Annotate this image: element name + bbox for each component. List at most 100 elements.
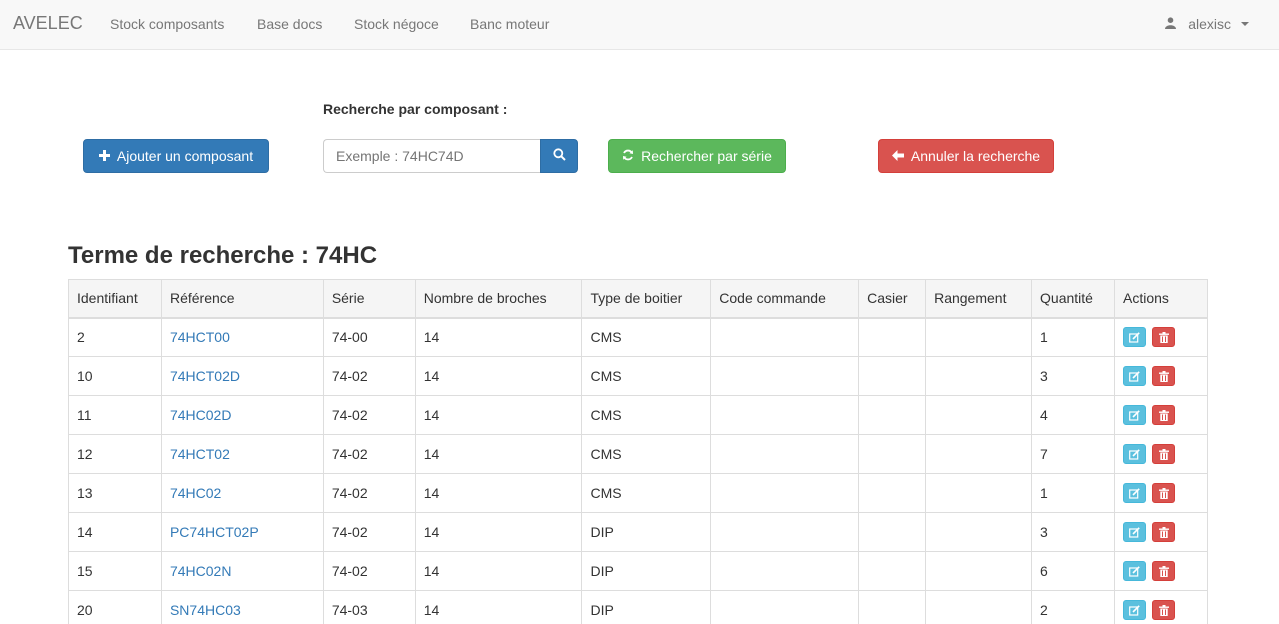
reference-link[interactable]: 74HCT02 — [170, 446, 230, 462]
search-by-series-button[interactable]: Rechercher par série — [608, 139, 786, 173]
cell-serie: 74-00 — [322, 317, 416, 357]
edit-button[interactable] — [1123, 483, 1146, 503]
delete-button[interactable] — [1152, 444, 1175, 464]
col-header-nombre-broches[interactable]: Nombre de broches — [414, 279, 583, 319]
search-submit-button[interactable] — [540, 139, 578, 173]
delete-button[interactable] — [1152, 405, 1175, 425]
reference-link[interactable]: SN74HC03 — [170, 602, 241, 618]
reference-link[interactable]: 74HC02D — [170, 407, 231, 423]
cell-identifiant: 13 — [68, 473, 162, 513]
cell-broches: 14 — [414, 356, 583, 396]
cell-quantite: 3 — [1031, 356, 1115, 396]
cell-actions — [1114, 590, 1208, 624]
refresh-icon — [622, 148, 634, 164]
cell-broches: 14 — [414, 590, 583, 624]
col-header-type-boitier[interactable]: Type de boitier — [581, 279, 712, 319]
delete-button[interactable] — [1152, 522, 1175, 542]
cell-quantite: 2 — [1031, 590, 1115, 624]
cell-reference: 74HCT00 — [160, 317, 324, 357]
cell-casier — [858, 434, 927, 474]
cancel-search-button[interactable]: Annuler la recherche — [878, 139, 1054, 173]
cancel-search-label: Annuler la recherche — [910, 148, 1041, 164]
edit-button[interactable] — [1123, 522, 1146, 542]
trash-icon — [1158, 526, 1169, 538]
reference-link[interactable]: 74HCT00 — [170, 329, 230, 345]
nav-link-stock-negoce[interactable]: Stock négoce — [354, 16, 439, 32]
cell-rangement — [925, 473, 1033, 513]
cell-serie: 74-03 — [322, 590, 416, 624]
cell-quantite: 6 — [1031, 551, 1115, 591]
cell-serie: 74-02 — [322, 551, 416, 591]
cell-boitier: CMS — [581, 317, 712, 357]
edit-icon — [1129, 604, 1140, 616]
cell-rangement — [925, 434, 1033, 474]
cell-identifiant: 11 — [68, 395, 162, 435]
edit-button[interactable] — [1123, 405, 1146, 425]
delete-button[interactable] — [1152, 327, 1175, 348]
cell-casier — [858, 473, 927, 513]
col-header-casier[interactable]: Casier — [858, 279, 927, 319]
delete-button[interactable] — [1152, 600, 1175, 620]
cell-actions — [1114, 395, 1208, 435]
delete-button[interactable] — [1152, 561, 1175, 581]
trash-icon — [1158, 331, 1169, 343]
cell-code-commande — [710, 473, 860, 513]
table-row: 10 74HCT02D 74-02 14 CMS 3 — [68, 356, 1208, 396]
component-search-input[interactable] — [323, 139, 541, 173]
cell-boitier: DIP — [581, 551, 712, 591]
col-header-code-commande[interactable]: Code commande — [710, 279, 860, 319]
trash-icon — [1158, 409, 1169, 421]
edit-button[interactable] — [1123, 600, 1146, 620]
reference-link[interactable]: PC74HCT02P — [170, 524, 259, 540]
delete-button[interactable] — [1152, 366, 1175, 386]
reference-link[interactable]: 74HCT02D — [170, 368, 240, 384]
brand-link[interactable]: AVELEC — [13, 13, 83, 34]
nav-link-base-docs[interactable]: Base docs — [257, 16, 322, 32]
edit-button[interactable] — [1123, 327, 1146, 348]
cell-reference: SN74HC03 — [160, 590, 324, 624]
nav-link-banc-moteur[interactable]: Banc moteur — [470, 16, 549, 32]
col-header-serie[interactable]: Série — [322, 279, 416, 319]
delete-button[interactable] — [1152, 483, 1175, 503]
col-header-quantite[interactable]: Quantité — [1031, 279, 1115, 319]
col-header-rangement[interactable]: Rangement — [925, 279, 1033, 319]
cell-actions — [1114, 317, 1208, 357]
cell-quantite: 4 — [1031, 395, 1115, 435]
edit-icon — [1129, 370, 1140, 382]
col-header-identifiant[interactable]: Identifiant — [68, 279, 162, 319]
nav-link-stock-composants[interactable]: Stock composants — [110, 16, 224, 32]
table-row: 14 PC74HCT02P 74-02 14 DIP 3 — [68, 512, 1208, 552]
cell-reference: 74HCT02D — [160, 356, 324, 396]
col-header-actions: Actions — [1114, 279, 1208, 319]
cell-broches: 14 — [414, 434, 583, 474]
search-by-series-label: Rechercher par série — [641, 148, 772, 164]
add-component-button[interactable]: Ajouter un composant — [83, 139, 269, 173]
user-menu[interactable]: alexisc — [1165, 16, 1249, 32]
reference-link[interactable]: 74HC02N — [170, 563, 231, 579]
edit-button[interactable] — [1123, 366, 1146, 386]
add-component-label: Ajouter un composant — [116, 148, 254, 164]
edit-button[interactable] — [1123, 444, 1146, 464]
table-row: 15 74HC02N 74-02 14 DIP 6 — [68, 551, 1208, 591]
arrow-left-icon — [891, 148, 904, 164]
cell-casier — [858, 512, 927, 552]
cell-identifiant: 15 — [68, 551, 162, 591]
cell-reference: 74HC02D — [160, 395, 324, 435]
col-header-reference[interactable]: Référence — [160, 279, 324, 319]
cell-quantite: 1 — [1031, 473, 1115, 513]
cell-identifiant: 10 — [68, 356, 162, 396]
cell-boitier: CMS — [581, 434, 712, 474]
reference-link[interactable]: 74HC02 — [170, 485, 221, 501]
edit-icon — [1129, 487, 1140, 499]
search-label: Recherche par composant : — [323, 101, 508, 117]
cell-casier — [858, 395, 927, 435]
cell-actions — [1114, 434, 1208, 474]
edit-button[interactable] — [1123, 561, 1146, 581]
edit-icon — [1129, 448, 1140, 460]
cell-serie: 74-02 — [322, 512, 416, 552]
cell-rangement — [925, 317, 1033, 357]
user-icon — [1165, 16, 1177, 32]
trash-icon — [1158, 487, 1169, 499]
cell-casier — [858, 317, 927, 357]
components-table: Identifiant Référence Série Nombre de br… — [68, 279, 1208, 624]
